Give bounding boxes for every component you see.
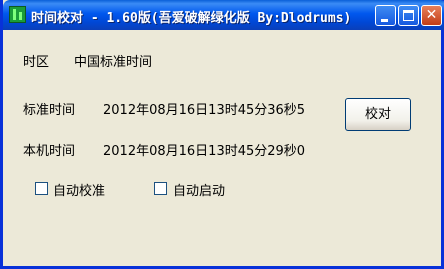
auto-calibrate-label[interactable]: 自动校准 bbox=[53, 180, 105, 199]
auto-calibrate-checkbox[interactable] bbox=[35, 182, 48, 195]
local-time-label: 本机时间 bbox=[23, 144, 76, 159]
timezone-value: 中国标准时间 bbox=[74, 55, 153, 70]
maximize-button[interactable] bbox=[398, 5, 419, 26]
local-time-value: 2012年08月16日13时45分29秒0 bbox=[103, 144, 306, 159]
calibrate-button[interactable]: 校对 bbox=[345, 98, 411, 131]
auto-start-checkbox[interactable] bbox=[154, 182, 167, 195]
window-title: 时间校对 - 1.60版(吾爱破解绿化版 By:Dlodrums) bbox=[31, 11, 352, 26]
auto-start-label[interactable]: 自动启动 bbox=[173, 180, 225, 199]
close-button[interactable]: ✕ bbox=[421, 5, 442, 26]
minimize-icon bbox=[381, 19, 388, 22]
minimize-button[interactable] bbox=[375, 5, 396, 26]
timezone-label: 时区 bbox=[23, 55, 50, 70]
standard-time-value: 2012年08月16日13时45分36秒5 bbox=[103, 103, 306, 118]
close-icon: ✕ bbox=[425, 7, 438, 23]
maximize-icon bbox=[403, 10, 414, 21]
app-window: 时间校对 - 1.60版(吾爱破解绿化版 By:Dlodrums) ✕ 时区 中… bbox=[0, 0, 444, 269]
standard-time-label: 标准时间 bbox=[23, 103, 76, 118]
app-icon bbox=[9, 6, 26, 23]
title-bar[interactable]: 时间校对 - 1.60版(吾爱破解绿化版 By:Dlodrums) ✕ bbox=[3, 0, 444, 30]
